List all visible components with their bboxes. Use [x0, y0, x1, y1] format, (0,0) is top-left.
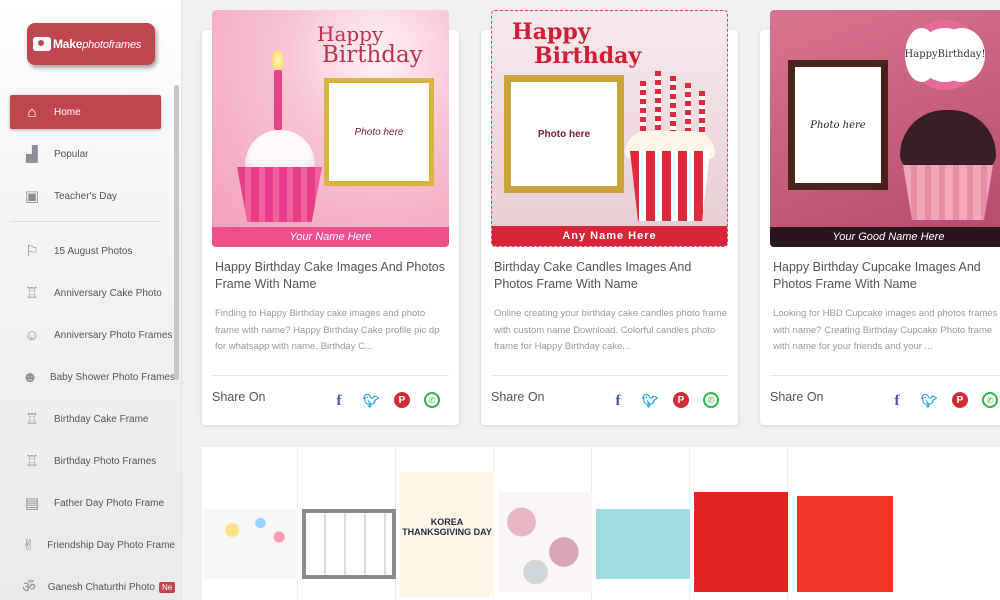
photo-placeholder: Photo here [504, 75, 624, 193]
birthday-tag: Happy Birthday! [904, 20, 986, 90]
shutterstock-logo[interactable] [797, 496, 893, 592]
card-title[interactable]: Happy Birthday Cupcake Images And Photos… [773, 259, 1000, 293]
sidebar-item-label: Popular [54, 148, 89, 160]
cupcake-illustration: Happy Birthday! [898, 20, 998, 225]
cake-icon: ♖ [25, 411, 39, 428]
home-icon: ⌂ [27, 103, 37, 121]
teacher-icon: ▣ [24, 188, 40, 205]
photo-placeholder: Photo here [788, 60, 888, 190]
smile-icon: ☺ [24, 326, 40, 344]
portrait-icon: ▤ [24, 495, 40, 512]
ad-thumbnail[interactable] [300, 447, 396, 600]
camera-icon [33, 37, 51, 51]
cake-icon: ♖ [25, 285, 39, 302]
card-description: Online creating your birthday cake candl… [494, 308, 727, 352]
sidebar-item-label: Teacher's Day [54, 190, 118, 202]
site-logo[interactable]: Makephotoframes [27, 23, 155, 65]
ad-thumbnail[interactable] [594, 447, 690, 600]
ad-korea-line1: KOREA [430, 517, 464, 527]
om-icon: ॐ [22, 579, 36, 596]
facebook-icon[interactable]: f [330, 392, 348, 410]
card-image[interactable]: Happy Birthday Photo here Your Name Here [212, 10, 449, 247]
card-image[interactable]: Photo here Happy Birthday! Your Good Name… [770, 10, 1000, 247]
cupcake-illustration [237, 50, 322, 225]
sidebar-scrollbar[interactable] [174, 85, 179, 380]
ad-thumbnail[interactable] [692, 447, 788, 600]
frame-card[interactable]: Happy Birthday Photo here Your Name Here… [202, 10, 459, 425]
whatsapp-icon[interactable]: ✆ [424, 392, 440, 408]
frame-card[interactable]: Happy Birthday Photo here Any Name Here … [481, 10, 738, 425]
sidebar-item-friendship-day[interactable]: ✌ Friendship Day Photo Frame [10, 528, 175, 562]
sidebar-menu: ⌂ Home ▟ Popular ▣ Teacher's Day ⚐ 15 Au… [10, 95, 176, 600]
ad-korea-line2: THANKSGIVING DAY [402, 527, 492, 537]
sidebar-item-label: Anniversary Cake Photo [54, 287, 162, 299]
sidebar: Makephotoframes ⌂ Home ▟ Popular ▣ Teach… [0, 0, 182, 600]
sidebar-item-label: Father Day Photo Frame [54, 497, 165, 509]
card-title[interactable]: Birthday Cake Candles Images And Photos … [494, 259, 729, 293]
sidebar-item-label: 15 August Photos [54, 245, 133, 257]
new-badge: Ne [158, 581, 176, 593]
card-description: Finding to Happy Birthday cake images an… [215, 308, 440, 352]
card-image[interactable]: Happy Birthday Photo here Any Name Here [491, 10, 728, 247]
cupcake-illustration [625, 71, 715, 231]
card-heading-bottom: Birthday [534, 43, 642, 69]
divider [212, 375, 449, 376]
divider [770, 375, 1000, 376]
sidebar-item-label: Friendship Day Photo Frame [47, 539, 175, 551]
peace-icon: ✌ [22, 537, 35, 554]
share-icons: f 🐦︎ P ✆ [888, 392, 998, 410]
ad-thumbnail[interactable]: KOREA THANKSGIVING DAY [398, 447, 494, 600]
sidebar-item-birthday-frames[interactable]: ♖ Birthday Photo Frames [10, 444, 175, 478]
sidebar-item-15-august[interactable]: ⚐ 15 August Photos [10, 234, 175, 268]
pinterest-icon[interactable]: P [952, 392, 968, 408]
twitter-icon[interactable]: 🐦︎ [920, 392, 938, 410]
sidebar-item-popular[interactable]: ▟ Popular [10, 137, 175, 171]
sidebar-item-birthday-cake[interactable]: ♖ Birthday Cake Frame [10, 402, 175, 436]
pinterest-icon[interactable]: P [673, 392, 689, 408]
share-label: Share On [491, 390, 545, 404]
ad-thumbnail[interactable] [202, 447, 298, 600]
sidebar-item-baby-shower[interactable]: ☻ Baby Shower Photo Frames [10, 360, 175, 394]
sidebar-item-label: Birthday Cake Frame [54, 413, 149, 425]
photo-placeholder: Photo here [324, 78, 434, 186]
sidebar-item-label: Baby Shower Photo Frames [49, 371, 175, 383]
sidebar-item-label: Anniversary Photo Frames [54, 329, 173, 341]
sidebar-item-teachers-day[interactable]: ▣ Teacher's Day [10, 179, 175, 213]
whatsapp-icon[interactable]: ✆ [982, 392, 998, 408]
ad-strip: KOREA THANKSGIVING DAY [202, 447, 1000, 600]
sidebar-item-label: Home [54, 106, 81, 118]
divider [491, 375, 728, 376]
share-icons: f 🐦︎ P ✆ [609, 392, 719, 410]
pinterest-icon[interactable]: P [394, 392, 410, 408]
card-title[interactable]: Happy Birthday Cake Images And Photos Fr… [215, 259, 450, 293]
card-heading-bottom: Birthday [322, 42, 423, 68]
sidebar-item-home[interactable]: ⌂ Home [10, 95, 161, 129]
sidebar-item-father-day[interactable]: ▤ Father Day Photo Frame [10, 486, 175, 520]
chart-icon: ▟ [26, 146, 38, 163]
card-heading-top: Happy [512, 19, 591, 45]
whatsapp-icon[interactable]: ✆ [703, 392, 719, 408]
sidebar-item-ganesh-chaturthi[interactable]: ॐ Ganesh Chaturthi Photo Ne [10, 570, 176, 600]
card-description: Looking for HBD Cupcake images and photo… [773, 308, 998, 352]
sidebar-item-label: Ganesh Chaturthi Photo [47, 581, 155, 593]
name-ribbon: Your Good Name Here [770, 227, 1000, 247]
facebook-icon[interactable]: f [888, 392, 906, 410]
frame-card[interactable]: Photo here Happy Birthday! Your Good Name… [760, 10, 1000, 425]
cake-icon: ♖ [25, 453, 39, 470]
ad-thumbnail[interactable] [496, 447, 592, 600]
baby-icon: ☻ [22, 368, 38, 386]
name-ribbon: Any Name Here [492, 226, 727, 246]
share-icons: f 🐦︎ P ✆ [330, 392, 440, 410]
twitter-icon[interactable]: 🐦︎ [362, 392, 380, 410]
sidebar-item-anniversary-frames[interactable]: ☺ Anniversary Photo Frames [10, 318, 175, 352]
menu-divider [10, 221, 160, 222]
sidebar-item-label: Birthday Photo Frames [54, 455, 157, 467]
sidebar-item-anniversary-cake[interactable]: ♖ Anniversary Cake Photo [10, 276, 175, 310]
facebook-icon[interactable]: f [609, 392, 627, 410]
flag-icon: ⚐ [25, 243, 39, 260]
twitter-icon[interactable]: 🐦︎ [641, 392, 659, 410]
share-label: Share On [770, 390, 824, 404]
name-ribbon: Your Name Here [212, 227, 449, 247]
share-label: Share On [212, 390, 266, 404]
